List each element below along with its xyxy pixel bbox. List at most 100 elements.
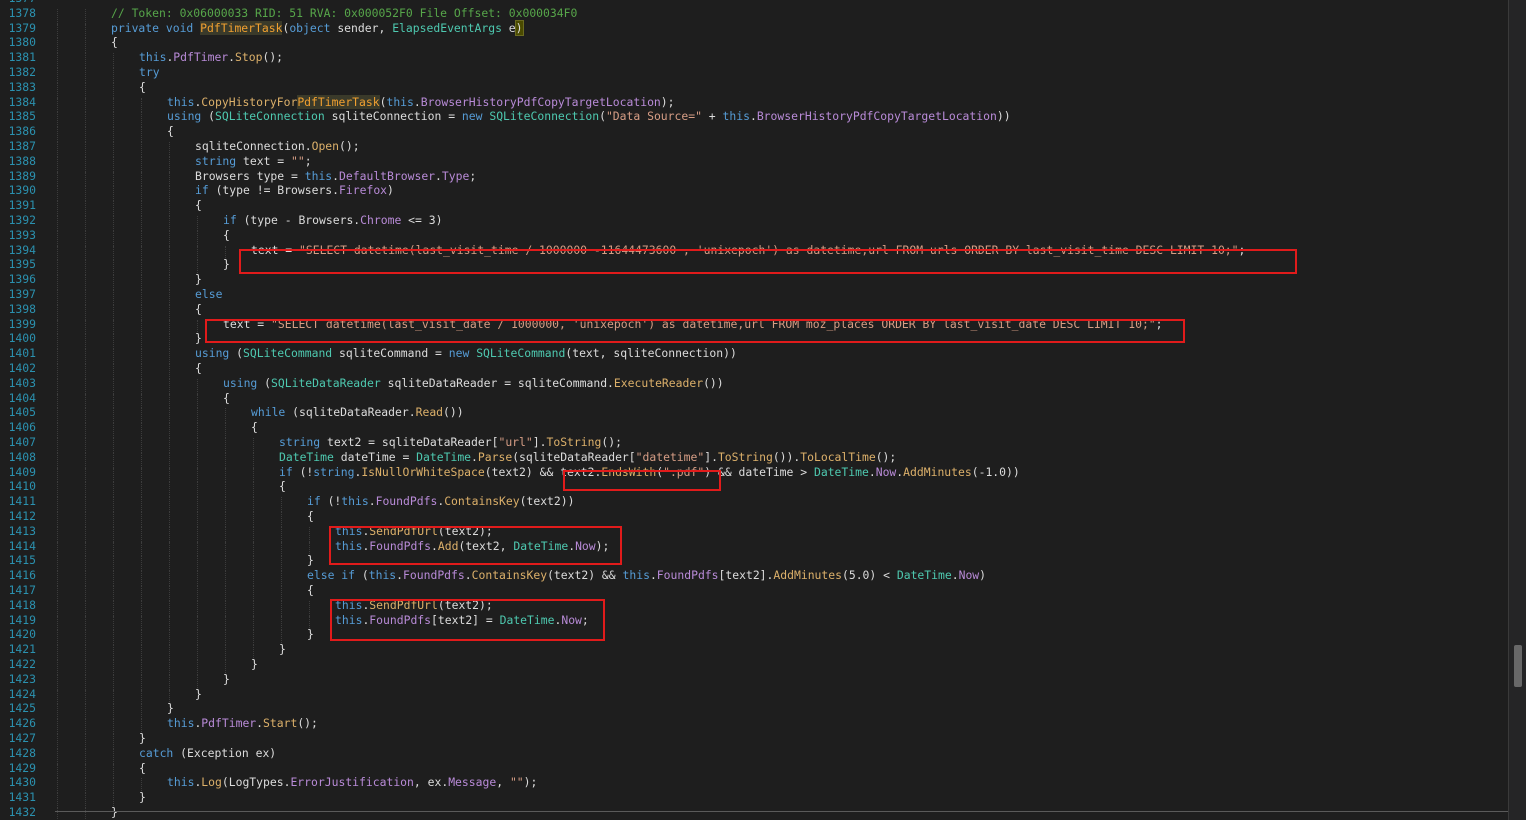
code-token: } <box>279 642 286 657</box>
indent-guide <box>169 364 170 379</box>
code-line[interactable]: this.PdfTimer.Start(); <box>167 717 318 730</box>
indent-guide <box>169 645 170 660</box>
code-line[interactable]: { <box>195 199 202 212</box>
code-line[interactable]: } <box>195 687 202 701</box>
code-line[interactable]: try <box>139 66 160 79</box>
indent-guide <box>141 393 142 409</box>
code-line[interactable]: DateTime dateTime = DateTime.Parse(sqlit… <box>279 449 897 464</box>
code-line[interactable]: // Token: 0x06000033 RID: 51 RVA: 0x0000… <box>111 6 577 20</box>
code-line[interactable]: if (type != Browsers.Firefox) <box>195 184 394 197</box>
code-line[interactable]: using (SQLiteDataReader sqliteDataReader… <box>223 376 724 390</box>
indent-guide <box>113 82 114 98</box>
code-token: "" <box>291 153 305 168</box>
code-token: <= 3) <box>401 213 443 227</box>
code-line[interactable]: } <box>139 732 146 745</box>
indent-guide <box>57 660 58 675</box>
code-token: DateTime <box>896 568 952 583</box>
vertical-scrollbar[interactable] <box>1508 0 1526 820</box>
indent-guide <box>85 748 86 764</box>
indent-guide <box>141 334 142 350</box>
code-line[interactable]: } <box>111 806 118 819</box>
indent-guide <box>169 423 170 438</box>
code-line[interactable]: { <box>307 584 314 597</box>
indent-guide <box>253 586 254 601</box>
code-line[interactable]: } <box>279 643 286 656</box>
code-line[interactable]: private void PdfTimerTask(object sender,… <box>111 19 524 36</box>
indent-guide <box>169 526 170 542</box>
code-token: (Exception ex) <box>173 745 277 760</box>
code-line[interactable]: } <box>195 332 202 345</box>
code-line[interactable]: } <box>223 672 230 686</box>
code-token: "Data Source=" <box>605 109 702 124</box>
indent-guide <box>281 600 282 616</box>
indent-guide <box>113 526 114 542</box>
code-line[interactable]: } <box>195 273 202 286</box>
code-line[interactable]: catch (Exception ex) <box>139 745 277 760</box>
code-line[interactable]: { <box>223 228 230 242</box>
code-line[interactable]: using (SQLiteConnection sqliteConnection… <box>167 110 1011 123</box>
code-token: { <box>167 124 174 139</box>
code-line[interactable]: { <box>195 362 202 375</box>
code-line[interactable]: Browsers type = this.DefaultBrowser.Type… <box>195 168 476 183</box>
code-line[interactable]: else if (this.FoundPdfs.ContainsKey(text… <box>307 569 986 582</box>
indent-guide <box>57 778 58 794</box>
code-line[interactable]: { <box>251 421 258 434</box>
code-token: if <box>223 213 237 227</box>
code-area[interactable]: // Token: 0x06000033 RID: 51 RVA: 0x0000… <box>0 0 1508 820</box>
code-token: dateTime = <box>333 449 417 464</box>
code-line[interactable]: { <box>139 80 146 94</box>
code-line[interactable]: { <box>195 302 202 316</box>
indent-guide <box>57 112 58 128</box>
code-line[interactable]: { <box>167 125 174 138</box>
indent-guide <box>85 438 86 453</box>
indent-guide <box>85 793 86 808</box>
code-token: Now <box>875 464 897 479</box>
code-line[interactable]: } <box>167 702 174 715</box>
indent-guide <box>197 393 198 409</box>
indent-guide <box>141 660 142 675</box>
code-line[interactable]: string text2 = sqliteDataReader["url"].T… <box>279 436 622 449</box>
code-line[interactable]: { <box>111 36 118 49</box>
code-line[interactable]: this.Log(LogTypes.ErrorJustification, ex… <box>167 776 537 789</box>
indent-guide <box>141 349 142 364</box>
indent-guide <box>85 171 86 187</box>
code-line[interactable]: this.PdfTimer.Stop(); <box>139 51 283 64</box>
code-line[interactable]: if (!this.FoundPdfs.ContainsKey(text2)) <box>307 495 575 508</box>
indent-guide <box>57 156 58 172</box>
indent-guide <box>253 541 254 557</box>
indent-guide <box>225 645 226 660</box>
indent-guide <box>197 230 198 246</box>
code-token: ContainsKey <box>471 568 548 583</box>
indent-guide <box>281 526 282 542</box>
code-token: DefaultBrowser <box>339 168 436 183</box>
indent-guide <box>169 245 170 261</box>
code-line[interactable]: } <box>223 258 230 271</box>
code-line[interactable]: this.CopyHistoryForPdfTimerTask(this.Bro… <box>167 94 675 109</box>
code-line[interactable]: while (sqliteDataReader.Read()) <box>251 406 464 419</box>
indent-guide <box>85 512 86 527</box>
code-token: (! <box>320 494 342 509</box>
code-line[interactable]: } <box>139 791 146 804</box>
code-token: ElapsedEventArgs <box>392 20 502 35</box>
code-line[interactable]: } <box>307 554 314 567</box>
code-line[interactable]: else <box>195 288 222 301</box>
code-line[interactable]: using (SQLiteCommand sqliteCommand = new… <box>195 347 737 360</box>
code-line[interactable]: if (type - Browsers.Chrome <= 3) <box>223 214 442 227</box>
code-line[interactable]: } <box>251 658 258 671</box>
code-line[interactable]: { <box>307 510 314 523</box>
code-line[interactable]: { <box>223 391 230 405</box>
code-line[interactable]: { <box>139 761 146 775</box>
code-line[interactable]: string text = ""; <box>195 153 312 168</box>
indent-guide <box>85 260 86 276</box>
indent-guide <box>85 230 86 246</box>
code-editor[interactable]: 1377137813791380138113821383138413851386… <box>0 0 1508 820</box>
code-line[interactable]: { <box>279 480 286 493</box>
code-token: Chrome <box>360 213 402 227</box>
indent-guide <box>85 275 86 290</box>
indent-guide <box>253 571 254 586</box>
code-token: . <box>256 716 264 731</box>
code-line[interactable]: } <box>307 628 314 641</box>
scrollbar-thumb[interactable] <box>1514 645 1522 687</box>
code-line[interactable]: sqliteConnection.Open(); <box>195 140 360 153</box>
code-token: (); <box>875 449 897 464</box>
